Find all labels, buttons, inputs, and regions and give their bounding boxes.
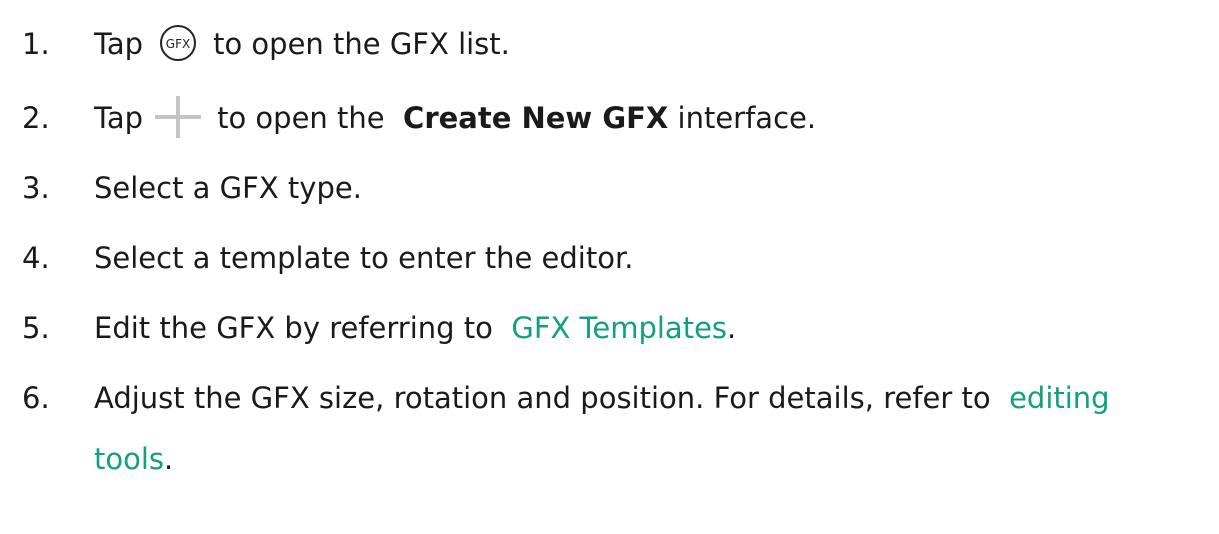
step-text: Adjust the GFX size, rotation and positi… <box>94 381 1110 476</box>
step-number: 5. <box>22 311 50 345</box>
step-number: 2. <box>22 101 50 135</box>
step-number: 6. <box>22 381 50 415</box>
step-text: Select a template to enter the editor. <box>94 241 634 275</box>
step-number: 3. <box>22 171 50 205</box>
step-text: Edit the GFX by referring to GFX Templat… <box>94 311 737 345</box>
svg-text:GFX: GFX <box>166 37 190 51</box>
gfx-circle-icon[interactable]: GFX <box>159 22 197 61</box>
step-number: 1. <box>22 27 50 61</box>
step-text: Tap to open the Create New GFX interface. <box>94 88 816 149</box>
plus-icon[interactable] <box>155 96 202 138</box>
step-number: 4. <box>22 241 50 275</box>
gfx-templates-link[interactable]: GFX Templates <box>511 311 727 345</box>
step-text: Select a GFX type. <box>94 171 362 205</box>
step-text: Tap GFX to open the GFX list. <box>94 14 510 75</box>
instruction-steps: 1. Tap GFX to open the GFX list. 2. Tap to … <box>0 0 1219 534</box>
